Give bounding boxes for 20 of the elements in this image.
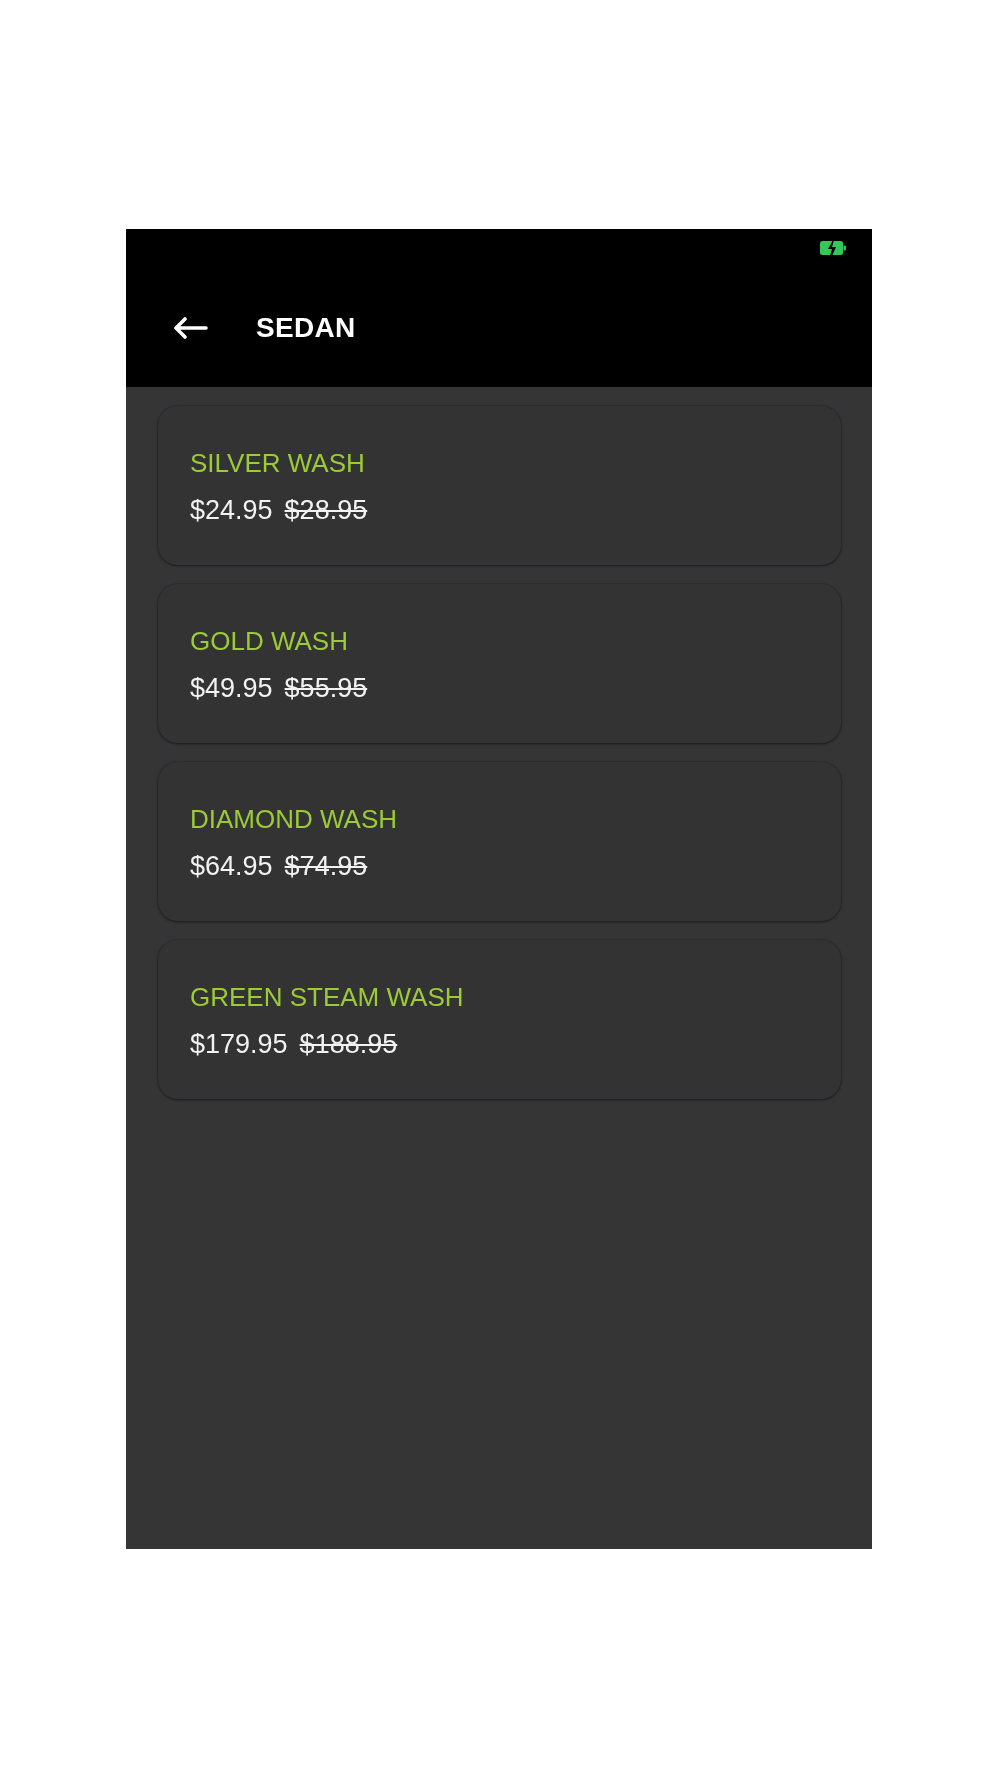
package-card[interactable]: GOLD WASH $49.95 $55.95 xyxy=(158,584,841,743)
sale-price: $49.95 xyxy=(190,672,273,705)
package-card[interactable]: GREEN STEAM WASH $179.95 $188.95 xyxy=(158,940,841,1099)
screen-title: SEDAN xyxy=(256,312,356,344)
package-name: DIAMOND WASH xyxy=(190,803,398,836)
back-button[interactable] xyxy=(173,317,208,339)
original-price: $28.95 xyxy=(284,494,368,527)
package-name: SILVER WASH xyxy=(190,447,365,480)
package-card[interactable]: DIAMOND WASH $64.95 $74.95 xyxy=(158,762,841,921)
package-name: GOLD WASH xyxy=(190,625,348,658)
back-arrow-icon xyxy=(173,317,208,339)
original-price: $188.95 xyxy=(299,1028,398,1061)
package-name: GREEN STEAM WASH xyxy=(190,981,464,1014)
original-price: $74.95 xyxy=(284,850,368,883)
sale-price: $64.95 xyxy=(190,850,273,883)
package-card[interactable]: SILVER WASH $24.95 $28.95 xyxy=(158,406,841,565)
sale-price: $179.95 xyxy=(190,1028,288,1061)
sale-price: $24.95 xyxy=(190,494,273,527)
battery-charging-icon xyxy=(820,241,846,255)
original-price: $55.95 xyxy=(284,672,368,705)
